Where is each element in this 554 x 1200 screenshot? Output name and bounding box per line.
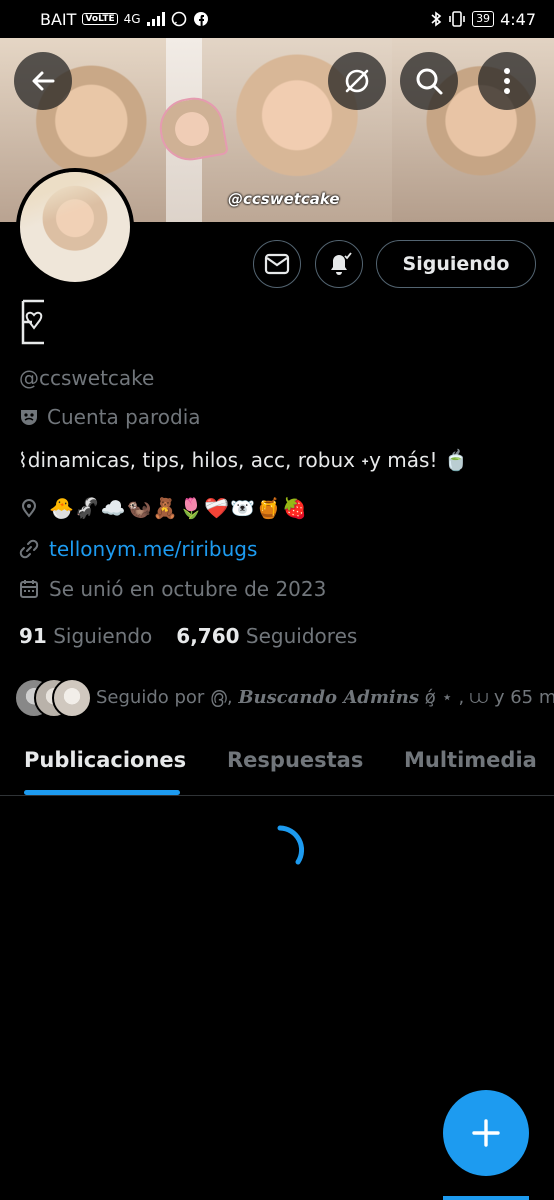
- follow-counts: 91 Siguiendo 6,760 Seguidores: [19, 624, 357, 648]
- link-icon: [19, 539, 39, 559]
- status-left: BAIT VoLTE 4G: [40, 10, 209, 29]
- more-vertical-icon: [504, 68, 510, 94]
- bluetooth-icon: [431, 11, 442, 27]
- joined-row: Se unió en octubre de 2023: [19, 577, 326, 601]
- facebook-icon: [193, 12, 208, 26]
- tab-publicaciones[interactable]: Publicaciones: [24, 748, 186, 772]
- parody-label: Cuenta parodia: [19, 405, 201, 429]
- mutual-avatars: [14, 678, 92, 718]
- following-count-link[interactable]: 91 Siguiendo: [19, 624, 152, 648]
- status-right: 39 4:47: [430, 10, 536, 29]
- following-label: Siguiendo: [53, 624, 153, 648]
- display-name-glyph: [21, 299, 44, 345]
- plus-icon: [472, 1119, 500, 1147]
- link-row: tellonym.me/riribugs: [19, 537, 257, 561]
- vibrate-icon: [449, 11, 465, 27]
- envelope-icon: [264, 253, 290, 275]
- more-options-button[interactable]: [478, 52, 536, 110]
- profile-handle: @ccswetcake: [19, 366, 155, 390]
- followed-by-name: Buscando Admins: [238, 686, 419, 708]
- circle-slash-icon: [345, 69, 369, 93]
- back-button[interactable]: [14, 52, 72, 110]
- compose-button[interactable]: [443, 1090, 529, 1176]
- parody-text: Cuenta parodia: [47, 405, 201, 429]
- arrow-left-icon: [32, 71, 55, 91]
- notifications-button[interactable]: [315, 240, 363, 288]
- followed-by-suffix: ǿ̧ ⋆ , ⩊ y 65 más: [424, 686, 554, 708]
- followed-by-text: Seguido por ൫, Buscando Admins ǿ̧ ⋆ , ⩊ …: [96, 687, 554, 708]
- profile-link[interactable]: tellonym.me/riribugs: [49, 537, 257, 561]
- followers-count-link[interactable]: 6,760 Seguidores: [176, 624, 357, 648]
- bottom-accent-strip: [443, 1196, 529, 1200]
- carrier-name: BAIT: [40, 9, 77, 29]
- location-row: 🐣🦨☁️🦦🧸🌷❤️‍🩹🐻‍❄️🍯🍓: [19, 496, 308, 520]
- battery-indicator: 39: [472, 11, 495, 27]
- profile-avatar[interactable]: [16, 168, 134, 286]
- search-icon: [416, 68, 443, 95]
- translate-button[interactable]: [328, 52, 386, 110]
- joined-text: Se unió en octubre de 2023: [49, 577, 327, 601]
- mutual-avatar: [52, 678, 92, 718]
- followed-by-row[interactable]: Seguido por ൫, Buscando Admins ǿ̧ ⋆ , ⩊ …: [14, 678, 554, 718]
- clock: 4:47: [500, 9, 536, 29]
- loading-spinner-icon: [277, 825, 305, 865]
- banner-watermark: @ccswetcake: [228, 190, 340, 208]
- search-button[interactable]: [400, 52, 458, 110]
- network-type: 4G: [123, 12, 141, 26]
- following-button[interactable]: Siguiendo: [376, 240, 536, 288]
- mask-icon: [21, 410, 37, 425]
- location-pin-icon: [21, 499, 37, 518]
- tab-respuestas[interactable]: Respuestas: [227, 748, 363, 772]
- volte-badge: VoLTE: [82, 13, 118, 25]
- followers-label: Seguidores: [245, 624, 358, 648]
- tab-multimedia[interactable]: Multimedia: [404, 748, 537, 772]
- profile-bio: ⌇dinamicas, tips, hilos, acc, robux ˖y m…: [18, 448, 469, 472]
- followed-by-prefix: Seguido por ൫,: [96, 686, 233, 708]
- calendar-icon: [20, 580, 38, 598]
- message-button[interactable]: [253, 240, 301, 288]
- followers-count: 6,760: [176, 624, 240, 648]
- profile-tabs: Publicaciones Respuestas Multimedia: [0, 740, 554, 796]
- active-tab-indicator: [24, 790, 180, 795]
- status-bar: BAIT VoLTE 4G 39 4:47: [0, 0, 554, 38]
- whatsapp-icon: [171, 11, 186, 27]
- following-count: 91: [19, 624, 47, 648]
- signal-icon: [146, 12, 165, 26]
- bell-check-icon: [331, 252, 352, 275]
- location-text: 🐣🦨☁️🦦🧸🌷❤️‍🩹🐻‍❄️🍯🍓: [49, 496, 309, 520]
